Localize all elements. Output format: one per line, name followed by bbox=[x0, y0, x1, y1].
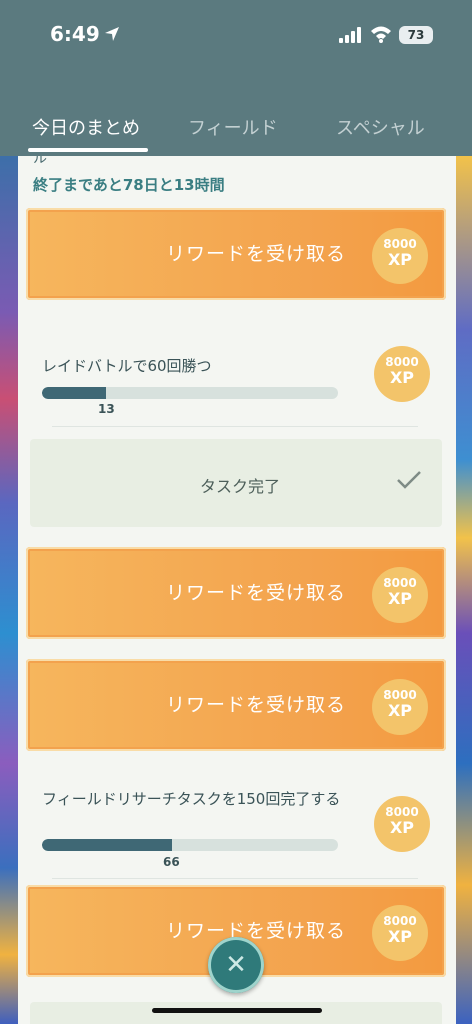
task-complete-card: タスク完了 bbox=[30, 439, 442, 527]
claim-reward-label: リワードを受け取る bbox=[165, 243, 346, 265]
tab-today-summary[interactable]: 今日のまとめ bbox=[32, 114, 140, 140]
background-decoration-right bbox=[456, 156, 472, 1024]
xp-reward-badge: 8000 XP bbox=[374, 346, 430, 402]
claim-reward-button[interactable]: リワードを受け取る 8000 XP bbox=[26, 547, 446, 639]
xp-unit: XP bbox=[387, 927, 413, 946]
battery-indicator: 73 bbox=[399, 26, 433, 44]
tab-special[interactable]: スペシャル bbox=[336, 114, 425, 140]
status-time: 6:49 bbox=[50, 22, 100, 46]
task-progress-bar bbox=[42, 387, 338, 399]
location-arrow-icon bbox=[105, 27, 119, 41]
xp-amount: 8000 bbox=[385, 355, 419, 369]
claim-reward-label: リワードを受け取る bbox=[165, 920, 346, 942]
task-complete-label: タスク完了 bbox=[200, 477, 281, 496]
xp-unit: XP bbox=[387, 701, 413, 720]
tab-field[interactable]: フィールド bbox=[188, 114, 278, 140]
research-list-panel[interactable]: ル 終了まであと78日と13時間 リワードを受け取る 8000 XP レイドバト… bbox=[18, 156, 456, 1024]
countdown-text: 終了まであと78日と13時間 bbox=[33, 176, 225, 194]
task-progress-fill bbox=[42, 387, 107, 399]
divider bbox=[52, 426, 418, 427]
task-progress-bar bbox=[42, 839, 338, 851]
close-button[interactable]: ✕ bbox=[208, 937, 264, 993]
app-header: 6:49 73 今日のまとめ フィールド スペシャル bbox=[0, 0, 472, 156]
xp-amount: 8000 bbox=[383, 237, 417, 251]
xp-reward-badge: 8000 XP bbox=[372, 679, 428, 735]
xp-reward-badge: 8000 XP bbox=[374, 796, 430, 852]
tab-bar: 今日のまとめ フィールド スペシャル bbox=[0, 108, 472, 152]
claim-reward-label: リワードを受け取る bbox=[165, 582, 346, 604]
xp-amount: 8000 bbox=[383, 576, 417, 590]
truncated-heading: ル bbox=[33, 156, 47, 167]
xp-reward-badge: 8000 XP bbox=[372, 567, 428, 623]
task-progress-fill bbox=[42, 839, 173, 851]
xp-unit: XP bbox=[387, 589, 413, 608]
claim-reward-label: リワードを受け取る bbox=[165, 694, 346, 716]
task-title: フィールドリサーチタスクを150回完了する bbox=[42, 790, 341, 808]
task-item: フィールドリサーチタスクを150回完了する 66 bbox=[42, 789, 342, 869]
claim-reward-button[interactable]: リワードを受け取る 8000 XP bbox=[26, 659, 446, 751]
task-complete-card-partial bbox=[30, 1002, 442, 1024]
xp-reward-badge: 8000 XP bbox=[372, 905, 428, 961]
wifi-icon bbox=[371, 26, 391, 43]
background-decoration-left bbox=[0, 156, 18, 1024]
xp-amount: 8000 bbox=[383, 688, 417, 702]
xp-unit: XP bbox=[387, 250, 413, 269]
cellular-signal-icon bbox=[339, 27, 361, 43]
divider bbox=[52, 878, 418, 879]
checkmark-icon bbox=[397, 471, 421, 489]
xp-unit: XP bbox=[389, 368, 415, 387]
active-tab-indicator bbox=[28, 148, 148, 152]
xp-reward-badge: 8000 XP bbox=[372, 228, 428, 284]
task-progress-count: 66 bbox=[163, 855, 180, 869]
home-indicator[interactable] bbox=[152, 1008, 322, 1013]
xp-amount: 8000 bbox=[385, 805, 419, 819]
task-progress-count: 13 bbox=[98, 402, 115, 416]
status-bar: 6:49 73 bbox=[0, 0, 472, 64]
claim-reward-button[interactable]: リワードを受け取る 8000 XP bbox=[26, 208, 446, 300]
xp-unit: XP bbox=[389, 818, 415, 837]
close-icon: ✕ bbox=[225, 950, 247, 980]
xp-amount: 8000 bbox=[383, 914, 417, 928]
